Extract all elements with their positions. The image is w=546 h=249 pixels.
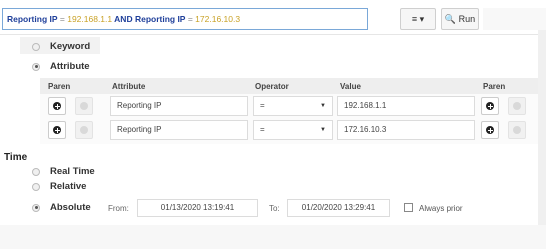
header-paren-right: Paren xyxy=(483,82,506,91)
attribute-label: Attribute xyxy=(50,61,90,72)
absolute-option[interactable]: Absolute xyxy=(32,202,91,213)
relative-radio[interactable] xyxy=(32,182,40,191)
time-section-title: Time xyxy=(4,152,28,163)
minus-icon xyxy=(80,102,88,110)
remove-paren-right-button[interactable] xyxy=(508,97,526,115)
operator-value: = xyxy=(260,125,265,134)
operator-select[interactable]: = ▼ xyxy=(253,96,333,116)
relative-label: Relative xyxy=(50,181,87,192)
plus-icon xyxy=(53,126,61,134)
chevron-down-icon: ▼ xyxy=(320,127,326,133)
real-time-label: Real Time xyxy=(50,166,95,177)
minus-icon xyxy=(513,126,521,134)
remove-paren-left-button[interactable] xyxy=(75,121,93,139)
operator-value: = xyxy=(260,101,265,110)
plus-icon xyxy=(53,102,61,110)
query-and: AND xyxy=(112,14,135,24)
menu-dropdown-button[interactable]: ≡ ▾ xyxy=(400,8,436,30)
header-value: Value xyxy=(340,82,361,91)
run-button[interactable]: 🔍 Run xyxy=(441,8,479,30)
query-key-2: Reporting IP xyxy=(134,14,186,24)
keyword-option[interactable]: Keyword xyxy=(32,41,90,52)
minus-icon xyxy=(80,126,88,134)
footer-area xyxy=(0,225,546,249)
real-time-radio[interactable] xyxy=(32,167,40,176)
query-key-1: Reporting IP xyxy=(7,14,58,24)
keyword-radio[interactable] xyxy=(32,42,40,51)
query-value-1: 192.168.1.1 xyxy=(67,14,113,24)
from-date-field[interactable]: 01/13/2020 13:19:41 xyxy=(137,199,258,217)
scrollbar-track[interactable] xyxy=(538,30,546,225)
attribute-option[interactable]: Attribute xyxy=(32,61,90,72)
to-label: To: xyxy=(269,204,280,213)
value-field[interactable]: 192.168.1.1 xyxy=(337,96,475,116)
attribute-radio[interactable] xyxy=(32,62,40,71)
attribute-table-header: Paren Attribute Operator Value Paren xyxy=(40,78,546,94)
minus-icon xyxy=(513,102,521,110)
absolute-radio[interactable] xyxy=(32,203,40,212)
attribute-field[interactable]: Reporting IP xyxy=(110,120,248,140)
divider xyxy=(0,34,546,35)
query-input[interactable]: Reporting IP = 192.168.1.1 AND Reporting… xyxy=(2,8,368,30)
toolbar-spacer xyxy=(483,8,546,30)
header-operator: Operator xyxy=(255,82,289,91)
from-label: From: xyxy=(108,204,129,213)
remove-paren-left-button[interactable] xyxy=(75,97,93,115)
real-time-option[interactable]: Real Time xyxy=(32,166,95,177)
query-value-2: 172.16.10.3 xyxy=(195,14,241,24)
add-paren-right-button[interactable] xyxy=(481,97,499,115)
add-paren-left-button[interactable] xyxy=(48,97,66,115)
plus-icon xyxy=(486,102,494,110)
always-prior-label: Always prior xyxy=(419,204,463,213)
remove-paren-right-button[interactable] xyxy=(508,121,526,139)
header-attribute: Attribute xyxy=(112,82,146,91)
relative-option[interactable]: Relative xyxy=(32,181,86,192)
to-date-field[interactable]: 01/20/2020 13:29:41 xyxy=(287,199,390,217)
plus-icon xyxy=(486,126,494,134)
attribute-field[interactable]: Reporting IP xyxy=(110,96,248,116)
always-prior-checkbox[interactable] xyxy=(404,203,413,212)
query-op-2: = xyxy=(185,14,196,24)
header-paren-left: Paren xyxy=(48,82,71,91)
keyword-label: Keyword xyxy=(50,41,91,52)
chevron-down-icon: ▼ xyxy=(320,103,326,109)
query-op-1: = xyxy=(57,14,68,24)
value-field[interactable]: 172.16.10.3 xyxy=(337,120,475,140)
operator-select[interactable]: = ▼ xyxy=(253,120,333,140)
absolute-label: Absolute xyxy=(50,202,91,213)
add-paren-left-button[interactable] xyxy=(48,121,66,139)
add-paren-right-button[interactable] xyxy=(481,121,499,139)
